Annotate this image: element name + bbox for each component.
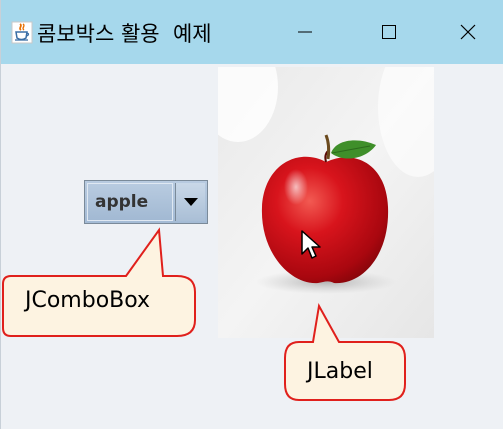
combobox-callout-label: JComboBox bbox=[25, 288, 151, 313]
app-window: 콤보박스 활용 예제 apple JComboBox JLabel bbox=[0, 0, 503, 429]
title-bar[interactable]: 콤보박스 활용 예제 bbox=[1, 0, 503, 64]
close-button[interactable] bbox=[432, 0, 503, 64]
chevron-down-icon bbox=[183, 198, 198, 206]
combobox-dropdown-button[interactable] bbox=[175, 183, 205, 221]
fruit-combobox[interactable]: apple bbox=[84, 180, 208, 224]
window-title: 콤보박스 활용 예제 bbox=[37, 22, 212, 46]
maximize-button[interactable] bbox=[353, 0, 425, 64]
apple-image bbox=[218, 67, 434, 338]
java-icon bbox=[11, 21, 33, 44]
maximize-icon bbox=[382, 25, 396, 39]
apple-image-label bbox=[218, 67, 434, 338]
close-icon bbox=[460, 24, 476, 40]
minimize-button[interactable] bbox=[269, 0, 341, 64]
mouse-cursor-icon bbox=[301, 230, 321, 259]
label-callout-label: JLabel bbox=[307, 359, 373, 384]
combobox-field[interactable]: apple bbox=[87, 183, 173, 221]
minimize-icon bbox=[298, 31, 312, 33]
combobox-selected-value: apple bbox=[95, 192, 149, 212]
